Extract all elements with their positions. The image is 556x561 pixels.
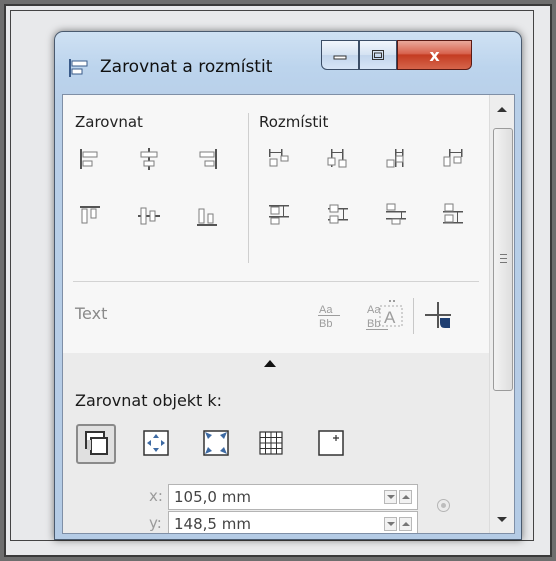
- grid-icon: [259, 431, 283, 455]
- align-left-icon[interactable]: [77, 146, 103, 172]
- distribute-top-icon[interactable]: [266, 201, 292, 227]
- caption-buttons: x: [321, 40, 472, 70]
- align-to-label: Zarovnat objekt k:: [75, 391, 223, 410]
- specified-point-icon: [318, 430, 344, 456]
- distribute-section-label: Rozmístit: [259, 113, 329, 131]
- text-first-line-baseline-icon[interactable]: Aa Bb: [316, 299, 344, 333]
- distribute-bottom-icon[interactable]: [440, 201, 466, 227]
- maximize-icon: [372, 50, 384, 60]
- page-edge-icon: [143, 430, 169, 456]
- align-section-label: Zarovnat: [75, 113, 143, 131]
- scroll-down-icon[interactable]: [497, 517, 507, 522]
- svg-text:Bb: Bb: [319, 318, 332, 330]
- snap-outline-icon[interactable]: [423, 300, 455, 334]
- active-objects-icon: [85, 431, 108, 455]
- text-section-label: Text: [75, 304, 108, 323]
- title-bar[interactable]: Zarovnat a rozmístit x: [55, 32, 521, 94]
- scroll-grip-icon: [500, 254, 507, 263]
- x-increment-icon[interactable]: [399, 490, 412, 504]
- scroll-up-icon[interactable]: [497, 107, 507, 112]
- collapse-arrow-icon[interactable]: [264, 360, 276, 367]
- y-coordinate-field[interactable]: 148,5 mm: [168, 511, 418, 533]
- distribute-right-icon[interactable]: [440, 146, 466, 172]
- text-bounding-box-svg-icon: A: [379, 300, 403, 327]
- x-coordinate-field[interactable]: 105,0 mm: [168, 484, 418, 510]
- text-bounding-box-button[interactable]: A: [375, 298, 409, 332]
- align-right-icon[interactable]: [194, 146, 220, 172]
- distribute-spacing-vertical-icon[interactable]: [383, 201, 409, 227]
- scroll-thumb[interactable]: [493, 128, 513, 391]
- svg-text:Aa: Aa: [319, 304, 333, 316]
- align-distribute-icon: [68, 58, 90, 78]
- distribute-left-icon[interactable]: [266, 146, 292, 172]
- section-divider: [248, 113, 249, 263]
- docker-content: Zarovnat Rozmístit Text Aa Bb Aa Bb A Za…: [62, 94, 515, 534]
- align-distribute-panel: Zarovnat Rozmístit Text Aa Bb Aa Bb A: [63, 95, 489, 353]
- align-bottom-icon[interactable]: [194, 203, 220, 229]
- maximize-button[interactable]: [359, 40, 397, 70]
- close-button[interactable]: x: [397, 40, 472, 70]
- close-icon: x: [429, 45, 440, 65]
- window-title: Zarovnat a rozmístit: [100, 57, 273, 77]
- distribute-spacing-horizontal-icon[interactable]: [383, 146, 409, 172]
- grid-button[interactable]: [256, 428, 286, 458]
- page-center-icon: [203, 430, 229, 456]
- docker-window: Zarovnat a rozmístit x Zarovnat Rozmísti…: [54, 31, 522, 540]
- x-label: x:: [149, 487, 163, 505]
- distribute-center-vertical-icon[interactable]: [325, 201, 351, 227]
- page-center-button[interactable]: [201, 428, 231, 458]
- svg-text:A: A: [384, 308, 396, 327]
- align-center-horizontal-icon[interactable]: [136, 146, 162, 172]
- align-top-icon[interactable]: [77, 203, 103, 229]
- active-objects-button[interactable]: [76, 424, 116, 464]
- specified-point-button[interactable]: [316, 428, 346, 458]
- snap-divider: [413, 298, 414, 334]
- y-decrement-icon[interactable]: [384, 517, 397, 531]
- x-decrement-icon[interactable]: [384, 490, 397, 504]
- distribute-center-horizontal-icon[interactable]: [325, 146, 351, 172]
- align-center-vertical-icon[interactable]: [136, 203, 162, 229]
- page-edge-button[interactable]: [141, 428, 171, 458]
- minimize-button[interactable]: [321, 40, 359, 70]
- minimize-icon: [333, 55, 347, 60]
- point-settings-icon[interactable]: [437, 499, 450, 512]
- y-increment-icon[interactable]: [399, 517, 412, 531]
- vertical-scrollbar[interactable]: [489, 95, 514, 533]
- y-label: y:: [149, 514, 162, 532]
- text-section-divider: [73, 281, 479, 282]
